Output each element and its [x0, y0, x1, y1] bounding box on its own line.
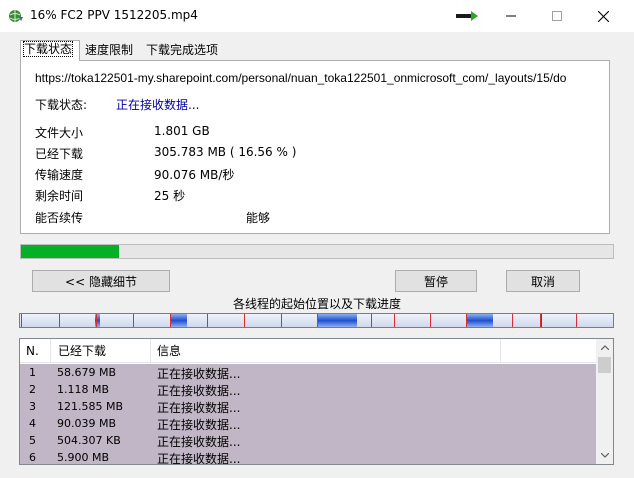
pause-button[interactable]: 暂停 [395, 270, 477, 292]
thread-start-tick [371, 314, 372, 327]
speed-value: 90.076 MB/秒 [154, 168, 235, 182]
thread-progress-bar [19, 313, 614, 328]
column-header-extra[interactable] [501, 339, 597, 363]
window-title: 16% FC2 PPV 1512205.mp4 [30, 8, 198, 22]
resume-label: 能否续传 [35, 211, 84, 225]
title-bar: 16% FC2 PPV 1512205.mp4 [0, 0, 634, 32]
status-value: 正在接收数据... [116, 98, 200, 112]
thread-start-tick [430, 314, 431, 327]
thread-progress-title: 各线程的起始位置以及下载进度 [232, 297, 401, 311]
list-header: N. 已经下载 信息 [20, 339, 597, 363]
hide-details-button[interactable]: << 隐藏细节 [32, 270, 170, 292]
arrow-right-icon [456, 11, 478, 21]
table-row[interactable]: 1 58.679 MB 正在接收数据... [20, 364, 597, 381]
tab-completion-options[interactable]: 下载完成选项 [143, 42, 223, 60]
minimize-icon [506, 15, 516, 17]
thread-start-tick [244, 314, 245, 327]
thread-segment [466, 314, 493, 327]
cell-number: 5 [29, 434, 36, 447]
close-button[interactable] [580, 0, 626, 32]
thread-segment [170, 314, 187, 327]
status-label: 下载状态: [35, 98, 88, 112]
cell-number: 4 [29, 417, 36, 430]
close-icon [597, 10, 609, 22]
thread-start-tick [281, 314, 282, 327]
cell-info: 正在接收数据... [157, 401, 241, 415]
status-panel: https://toka122501-my.sharepoint.com/per… [20, 60, 610, 234]
cell-downloaded: 5.900 MB [57, 451, 110, 464]
tab-download-status[interactable]: 下载状态 [20, 40, 80, 61]
scrollbar-thumb[interactable] [598, 357, 611, 373]
vertical-scrollbar[interactable] [596, 339, 613, 464]
table-row[interactable]: 5 504.307 KB 正在接收数据... [20, 432, 597, 449]
thread-start-tick [466, 314, 467, 327]
thread-start-tick [21, 314, 22, 327]
download-progress-bar [20, 244, 614, 259]
cell-info: 正在接收数据... [157, 384, 241, 398]
cell-downloaded: 121.585 MB [57, 400, 124, 413]
cell-info: 正在接收数据... [157, 367, 241, 381]
cell-info: 正在接收数据... [157, 435, 241, 449]
maximize-icon [552, 11, 562, 21]
chevron-up-icon [600, 345, 609, 350]
table-row[interactable]: 3 121.585 MB 正在接收数据... [20, 398, 597, 415]
progress-fill [21, 245, 120, 258]
remaining-value: 25 秒 [154, 189, 186, 203]
file-size-value: 1.801 GB [154, 124, 210, 138]
thread-start-tick [96, 314, 97, 327]
globe-download-icon [9, 10, 23, 22]
thread-start-tick [394, 314, 395, 327]
cell-number: 3 [29, 400, 36, 413]
list-body: 1 58.679 MB 正在接收数据... 2 1.118 MB 正在接收数据.… [20, 364, 597, 465]
column-header-number[interactable]: N. [20, 339, 51, 363]
cell-info: 正在接收数据... [157, 418, 241, 432]
downloaded-label: 已经下载 [35, 147, 84, 161]
thread-start-tick [133, 314, 134, 327]
remaining-label: 剩余时间 [35, 189, 84, 203]
file-size-label: 文件大小 [35, 126, 84, 140]
scroll-down-button[interactable] [596, 447, 613, 464]
cell-number: 6 [29, 451, 36, 464]
download-url: https://toka122501-my.sharepoint.com/per… [35, 71, 567, 85]
thread-segment [317, 314, 357, 327]
cancel-button[interactable]: 取消 [506, 270, 580, 292]
minimize-button[interactable] [488, 0, 534, 32]
chevron-down-icon [600, 453, 609, 458]
thread-start-tick [170, 314, 171, 327]
tab-speed-limit[interactable]: 速度限制 [82, 42, 142, 60]
speed-label: 传输速度 [35, 168, 84, 182]
thread-start-tick [59, 314, 60, 327]
cell-downloaded: 1.118 MB [57, 383, 110, 396]
table-row[interactable]: 6 5.900 MB 正在接收数据... [20, 449, 597, 465]
thread-start-tick [512, 314, 513, 327]
thread-start-tick [540, 314, 541, 327]
connections-list[interactable]: N. 已经下载 信息 1 58.679 MB 正在接收数据... 2 1.118… [19, 338, 614, 465]
cell-number: 1 [29, 366, 36, 379]
extra-arrow-button[interactable] [444, 0, 490, 32]
cell-downloaded: 58.679 MB [57, 366, 117, 379]
resume-value: 能够 [246, 211, 271, 225]
table-row[interactable]: 4 90.039 MB 正在接收数据... [20, 415, 597, 432]
column-header-info[interactable]: 信息 [151, 339, 501, 363]
table-row[interactable]: 2 1.118 MB 正在接收数据... [20, 381, 597, 398]
cell-downloaded: 90.039 MB [57, 417, 117, 430]
thread-start-tick [576, 314, 577, 327]
scroll-up-button[interactable] [596, 339, 613, 356]
maximize-button[interactable] [534, 0, 580, 32]
downloaded-value: 305.783 MB ( 16.56 % ) [154, 145, 297, 159]
thread-start-tick [317, 314, 318, 327]
thread-start-tick [207, 314, 208, 327]
cell-info: 正在接收数据... [157, 452, 241, 465]
cell-downloaded: 504.307 KB [57, 434, 121, 447]
cell-number: 2 [29, 383, 36, 396]
column-header-downloaded[interactable]: 已经下载 [51, 339, 151, 363]
